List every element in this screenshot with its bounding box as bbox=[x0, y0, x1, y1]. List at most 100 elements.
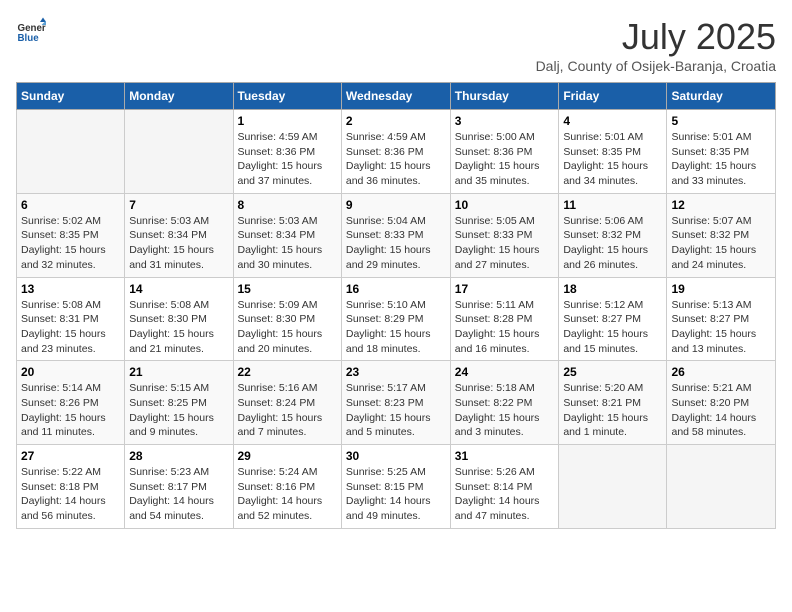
day-number: 11 bbox=[563, 198, 662, 212]
day-cell: 27Sunrise: 5:22 AM Sunset: 8:18 PM Dayli… bbox=[17, 445, 125, 529]
day-info: Sunrise: 5:26 AM Sunset: 8:14 PM Dayligh… bbox=[455, 465, 555, 524]
day-info: Sunrise: 5:04 AM Sunset: 8:33 PM Dayligh… bbox=[346, 214, 446, 273]
day-number: 21 bbox=[129, 365, 228, 379]
day-number: 7 bbox=[129, 198, 228, 212]
day-number: 3 bbox=[455, 114, 555, 128]
header-cell-tuesday: Tuesday bbox=[233, 83, 341, 110]
page-header: General Blue July 2025 Dalj, County of O… bbox=[16, 16, 776, 74]
day-number: 14 bbox=[129, 282, 228, 296]
day-cell: 3 Sunrise: 5:00 AM Sunset: 8:36 PM Daylig… bbox=[450, 110, 559, 194]
day-number: 27 bbox=[21, 449, 120, 463]
week-row-0: 1Sunrise: 4:59 AM Sunset: 8:36 PM Daylig… bbox=[17, 110, 776, 194]
day-number: 25 bbox=[563, 365, 662, 379]
day-info: Sunrise: 5:03 AM Sunset: 8:34 PM Dayligh… bbox=[129, 214, 228, 273]
day-cell: 29 Sunrise: 5:24 AM Sunset: 8:16 PM Dayli… bbox=[233, 445, 341, 529]
day-cell: 2 Sunrise: 4:59 AM Sunset: 8:36 PM Daylig… bbox=[341, 110, 450, 194]
day-number: 2 bbox=[346, 114, 446, 128]
day-cell: 24 Sunrise: 5:18 AM Sunset: 8:22 PM Dayli… bbox=[450, 361, 559, 445]
day-cell: 14 Sunrise: 5:08 AM Sunset: 8:30 PM Dayli… bbox=[125, 277, 233, 361]
day-cell: 31Sunrise: 5:26 AM Sunset: 8:14 PM Dayli… bbox=[450, 445, 559, 529]
day-cell: 5 Sunrise: 5:01 AM Sunset: 8:35 PM Daylig… bbox=[667, 110, 776, 194]
title-block: July 2025 Dalj, County of Osijek-Baranja… bbox=[536, 16, 776, 74]
day-number: 20 bbox=[21, 365, 120, 379]
day-info: Sunrise: 5:08 AM Sunset: 8:30 PM Dayligh… bbox=[129, 298, 228, 357]
day-cell: 1Sunrise: 4:59 AM Sunset: 8:36 PM Daylig… bbox=[233, 110, 341, 194]
day-cell: 7 Sunrise: 5:03 AM Sunset: 8:34 PM Daylig… bbox=[125, 193, 233, 277]
day-info: Sunrise: 5:11 AM Sunset: 8:28 PM Dayligh… bbox=[455, 298, 555, 357]
calendar-header: SundayMondayTuesdayWednesdayThursdayFrid… bbox=[17, 83, 776, 110]
day-cell: 16 Sunrise: 5:10 AM Sunset: 8:29 PM Dayli… bbox=[341, 277, 450, 361]
day-number: 13 bbox=[21, 282, 120, 296]
day-number: 19 bbox=[671, 282, 771, 296]
header-cell-friday: Friday bbox=[559, 83, 667, 110]
day-cell: 28 Sunrise: 5:23 AM Sunset: 8:17 PM Dayli… bbox=[125, 445, 233, 529]
calendar-body: 1Sunrise: 4:59 AM Sunset: 8:36 PM Daylig… bbox=[17, 110, 776, 529]
day-cell: 13 Sunrise: 5:08 AM Sunset: 8:31 PM Dayli… bbox=[17, 277, 125, 361]
location-subtitle: Dalj, County of Osijek-Baranja, Croatia bbox=[536, 58, 776, 74]
day-cell bbox=[17, 110, 125, 194]
day-info: Sunrise: 5:17 AM Sunset: 8:23 PM Dayligh… bbox=[346, 381, 446, 440]
week-row-4: 27Sunrise: 5:22 AM Sunset: 8:18 PM Dayli… bbox=[17, 445, 776, 529]
day-cell bbox=[125, 110, 233, 194]
day-number: 6 bbox=[21, 198, 120, 212]
day-number: 12 bbox=[671, 198, 771, 212]
day-info: Sunrise: 5:10 AM Sunset: 8:29 PM Dayligh… bbox=[346, 298, 446, 357]
day-info: Sunrise: 5:24 AM Sunset: 8:16 PM Dayligh… bbox=[238, 465, 337, 524]
day-cell: 23 Sunrise: 5:17 AM Sunset: 8:23 PM Dayli… bbox=[341, 361, 450, 445]
day-number: 22 bbox=[238, 365, 337, 379]
day-cell bbox=[667, 445, 776, 529]
day-info: Sunrise: 5:08 AM Sunset: 8:31 PM Dayligh… bbox=[21, 298, 120, 357]
day-number: 8 bbox=[238, 198, 337, 212]
day-info: Sunrise: 5:01 AM Sunset: 8:35 PM Dayligh… bbox=[563, 130, 662, 189]
day-info: Sunrise: 4:59 AM Sunset: 8:36 PM Dayligh… bbox=[346, 130, 446, 189]
day-number: 17 bbox=[455, 282, 555, 296]
day-cell: 19Sunrise: 5:13 AM Sunset: 8:27 PM Dayli… bbox=[667, 277, 776, 361]
logo-icon: General Blue bbox=[16, 16, 46, 46]
day-number: 15 bbox=[238, 282, 337, 296]
day-info: Sunrise: 5:25 AM Sunset: 8:15 PM Dayligh… bbox=[346, 465, 446, 524]
day-info: Sunrise: 4:59 AM Sunset: 8:36 PM Dayligh… bbox=[238, 130, 337, 189]
day-info: Sunrise: 5:20 AM Sunset: 8:21 PM Dayligh… bbox=[563, 381, 662, 440]
day-cell: 21 Sunrise: 5:15 AM Sunset: 8:25 PM Dayli… bbox=[125, 361, 233, 445]
day-info: Sunrise: 5:18 AM Sunset: 8:22 PM Dayligh… bbox=[455, 381, 555, 440]
day-info: Sunrise: 5:00 AM Sunset: 8:36 PM Dayligh… bbox=[455, 130, 555, 189]
day-cell: 22Sunrise: 5:16 AM Sunset: 8:24 PM Dayli… bbox=[233, 361, 341, 445]
day-info: Sunrise: 5:05 AM Sunset: 8:33 PM Dayligh… bbox=[455, 214, 555, 273]
logo: General Blue bbox=[16, 16, 46, 46]
day-info: Sunrise: 5:21 AM Sunset: 8:20 PM Dayligh… bbox=[671, 381, 771, 440]
day-cell: 26 Sunrise: 5:21 AM Sunset: 8:20 PM Dayli… bbox=[667, 361, 776, 445]
day-cell: 25 Sunrise: 5:20 AM Sunset: 8:21 PM Dayli… bbox=[559, 361, 667, 445]
day-number: 23 bbox=[346, 365, 446, 379]
day-info: Sunrise: 5:23 AM Sunset: 8:17 PM Dayligh… bbox=[129, 465, 228, 524]
day-cell: 8 Sunrise: 5:03 AM Sunset: 8:34 PM Daylig… bbox=[233, 193, 341, 277]
day-number: 9 bbox=[346, 198, 446, 212]
day-number: 5 bbox=[671, 114, 771, 128]
day-number: 28 bbox=[129, 449, 228, 463]
day-info: Sunrise: 5:01 AM Sunset: 8:35 PM Dayligh… bbox=[671, 130, 771, 189]
day-cell: 30 Sunrise: 5:25 AM Sunset: 8:15 PM Dayli… bbox=[341, 445, 450, 529]
day-cell: 15 Sunrise: 5:09 AM Sunset: 8:30 PM Dayli… bbox=[233, 277, 341, 361]
day-cell: 9 Sunrise: 5:04 AM Sunset: 8:33 PM Daylig… bbox=[341, 193, 450, 277]
week-row-3: 20Sunrise: 5:14 AM Sunset: 8:26 PM Dayli… bbox=[17, 361, 776, 445]
day-cell: 12Sunrise: 5:07 AM Sunset: 8:32 PM Dayli… bbox=[667, 193, 776, 277]
day-info: Sunrise: 5:12 AM Sunset: 8:27 PM Dayligh… bbox=[563, 298, 662, 357]
day-info: Sunrise: 5:15 AM Sunset: 8:25 PM Dayligh… bbox=[129, 381, 228, 440]
header-cell-thursday: Thursday bbox=[450, 83, 559, 110]
day-cell: 20Sunrise: 5:14 AM Sunset: 8:26 PM Dayli… bbox=[17, 361, 125, 445]
header-cell-sunday: Sunday bbox=[17, 83, 125, 110]
day-number: 30 bbox=[346, 449, 446, 463]
day-number: 10 bbox=[455, 198, 555, 212]
day-number: 24 bbox=[455, 365, 555, 379]
day-info: Sunrise: 5:03 AM Sunset: 8:34 PM Dayligh… bbox=[238, 214, 337, 273]
day-info: Sunrise: 5:02 AM Sunset: 8:35 PM Dayligh… bbox=[21, 214, 120, 273]
day-info: Sunrise: 5:06 AM Sunset: 8:32 PM Dayligh… bbox=[563, 214, 662, 273]
day-number: 26 bbox=[671, 365, 771, 379]
month-title: July 2025 bbox=[536, 16, 776, 58]
svg-text:Blue: Blue bbox=[18, 33, 40, 44]
day-number: 16 bbox=[346, 282, 446, 296]
day-cell: 18Sunrise: 5:12 AM Sunset: 8:27 PM Dayli… bbox=[559, 277, 667, 361]
day-cell: 6 Sunrise: 5:02 AM Sunset: 8:35 PM Daylig… bbox=[17, 193, 125, 277]
day-number: 29 bbox=[238, 449, 337, 463]
day-cell bbox=[559, 445, 667, 529]
day-info: Sunrise: 5:09 AM Sunset: 8:30 PM Dayligh… bbox=[238, 298, 337, 357]
